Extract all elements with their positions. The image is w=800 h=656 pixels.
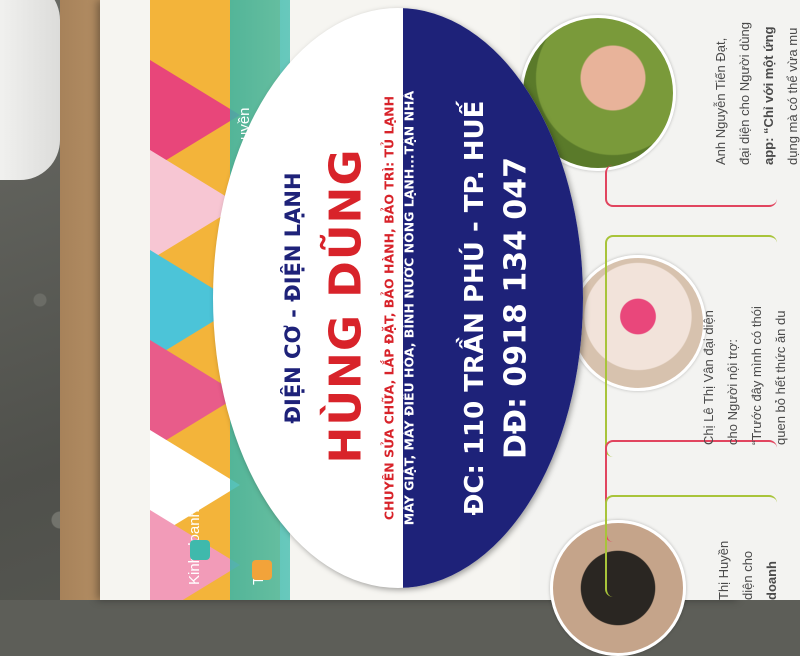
- business-sticker: ĐIỆN CƠ - ĐIỆN LẠNH HÙNG DŨNG CHUYÊN SỬA…: [213, 8, 583, 588]
- testimonial-1-line-3: app: “Chỉ với một ứng: [761, 26, 776, 165]
- sticker-header: ĐIỆN CƠ - ĐIỆN LẠNH: [281, 172, 305, 424]
- sticker-phone: DĐ: 0918 134 047: [498, 156, 534, 460]
- sticker-shop-name: HÙNG DŨNG: [320, 148, 372, 464]
- sticker-navy-band: [403, 8, 583, 588]
- divider-bracket: [605, 165, 777, 207]
- testimonial-3-line-1: Thị Huyền: [716, 540, 731, 600]
- testimonial-1-line-4: dụng mà có thể vừa mu: [785, 27, 800, 165]
- sticker-address: ĐC: 110 TRẦN PHÚ - TP. HUẾ: [460, 100, 490, 516]
- testimonial-2-line-1: Chị Lê Thị Vân đại diện: [701, 310, 716, 445]
- testimonial-2-line-2: cho Người nội trợ:: [725, 339, 740, 445]
- testimonial-2-line-3: “Trước đây mình có thói: [749, 306, 764, 445]
- logo-icon: [190, 540, 210, 560]
- testimonial-1-line-1: Anh Nguyễn Tiến Đạt,: [713, 37, 728, 165]
- sticker-services-line-2: MÁY GIẶT, MÁY ĐIỀU HÒA, BÌNH NƯỚC NÓNG L…: [401, 90, 417, 526]
- sticker-services-line-1: CHUYÊN SỬA CHỮA, LẮP ĐẶT, BẢO HÀNH, BẢO …: [381, 95, 397, 521]
- testimonial-2-line-4: quen bỏ hết thức ăn du: [773, 310, 788, 445]
- testimonial-3-line-3: doanh: [764, 561, 779, 600]
- testimonial-1-line-2: đại diện cho Người dùng: [737, 22, 752, 165]
- white-cup: [0, 0, 60, 180]
- testimonial-3-line-2: diện cho: [740, 550, 755, 600]
